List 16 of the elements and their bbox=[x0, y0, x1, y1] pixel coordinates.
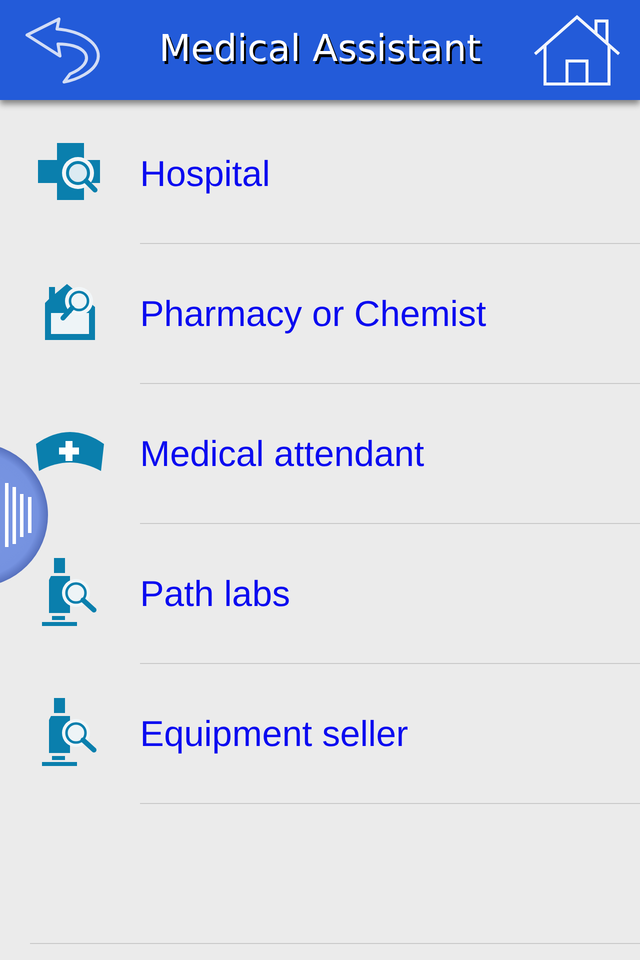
category-item[interactable]: Equipment seller bbox=[140, 712, 408, 754]
category-item[interactable]: Path labs bbox=[140, 572, 290, 614]
microscope-magnifier-icon bbox=[42, 698, 98, 766]
microscope-magnifier-icon bbox=[42, 558, 98, 626]
nurse-cap-icon bbox=[35, 432, 105, 472]
category-item[interactable]: Pharmacy or Chemist bbox=[140, 292, 486, 334]
bars-icon bbox=[4, 483, 33, 547]
back-arrow-icon bbox=[24, 16, 102, 84]
app-title: Medical Assistant bbox=[158, 26, 482, 72]
back-button[interactable] bbox=[24, 16, 102, 84]
home-button[interactable] bbox=[533, 14, 621, 86]
house-icon bbox=[533, 14, 621, 86]
cross-magnifier-icon bbox=[38, 142, 102, 200]
category-item[interactable]: Medical attendant bbox=[140, 432, 424, 474]
category-item[interactable]: Hospital bbox=[140, 152, 270, 194]
house-magnifier-icon bbox=[43, 282, 97, 340]
